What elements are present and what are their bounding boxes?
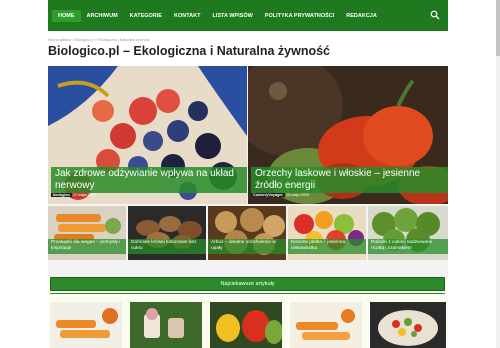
post-card-3-title[interactable]: Arbuz – idealne orzeźwienie w upały [208,239,286,254]
top-navigation: HOME ARCHIWUM KATEGORIE KONTAKT LISTA WP… [0,0,500,31]
nav-item-archive[interactable]: ARCHIWUM [81,10,124,22]
featured-post-2-title[interactable]: Orzechy laskowe i włoskie – jesienne źró… [251,167,448,193]
nav-item-home[interactable]: HOME [52,9,81,22]
featured-post-2-date: 15 maja 2025 [285,193,309,197]
recent-articles-heading: Najciekawsze artykuły [220,281,275,287]
nav-item-post-list[interactable]: LISTA WPISÓW [206,10,258,22]
recent-articles-header: Najciekawsze artykuły [50,277,445,291]
search-icon[interactable] [430,10,440,20]
recent-article-thumb-4[interactable] [290,302,362,348]
recent-article-thumb-5[interactable] [370,302,446,348]
featured-post-1-meta: biologico 17 maja 2025 [51,193,96,197]
recent-image-1 [50,302,122,348]
recent-image-3 [210,302,282,348]
post-card-4[interactable]: Kiszone jabłka – jesienna ciekawostka [288,206,366,260]
nav-item-categories[interactable]: KATEGORIE [124,10,168,22]
scrollbar-thumb[interactable] [496,0,500,56]
post-card-2-title[interactable]: Domowe krówki kokosowe bez cukru [128,239,206,254]
featured-post-2-meta: CookeryVoyager 15 maja 2025 [251,193,309,197]
post-card-2[interactable]: Domowe krówki kokosowe bez cukru [128,206,206,260]
post-card-1-title[interactable]: Przekąski dla wegan – pomysły i inspirac… [48,239,126,254]
post-card-1[interactable]: Przekąski dla wegan – pomysły i inspirac… [48,206,126,260]
post-card-5-title[interactable]: Roladki z cukinii nadziewane ricottą i s… [368,239,448,254]
featured-post-1-title[interactable]: Jak zdrowe odżywianie wpływa na układ ne… [51,167,247,193]
post-card-3[interactable]: Arbuz – idealne orzeźwienie w upały [208,206,286,260]
recent-article-thumb-2[interactable] [130,302,202,348]
nav-item-editorial[interactable]: REDAKCJA [340,10,383,22]
divider [50,293,445,294]
nav-item-privacy-policy[interactable]: POLITYKA PRYWATNOŚCI [259,10,340,22]
page-title: Biologico.pl – Ekologiczna i Naturalna ż… [48,44,330,58]
post-card-4-title[interactable]: Kiszone jabłka – jesienna ciekawostka [288,239,366,254]
breadcrumb: Strona główna > Biologico.pl > Ekologicz… [48,38,151,42]
recent-article-thumb-1[interactable] [50,302,122,348]
nav-bar: HOME ARCHIWUM KATEGORIE KONTAKT LISTA WP… [48,0,448,31]
recent-image-2 [130,302,202,348]
featured-post-1[interactable]: Jak zdrowe odżywianie wpływa na układ ne… [48,66,247,204]
recent-image-5 [370,302,446,348]
scrollbar[interactable] [496,0,500,348]
featured-post-1-date: 17 maja 2025 [72,193,96,197]
featured-post-2[interactable]: Orzechy laskowe i włoskie – jesienne źró… [248,66,448,204]
recent-article-thumb-3[interactable] [210,302,282,348]
post-card-5[interactable]: Roladki z cukinii nadziewane ricottą i s… [368,206,448,260]
featured-post-2-author[interactable]: CookeryVoyager [251,193,285,197]
nav-item-contact[interactable]: KONTAKT [168,10,206,22]
featured-post-1-author[interactable]: biologico [51,193,72,197]
recent-image-4 [290,302,362,348]
